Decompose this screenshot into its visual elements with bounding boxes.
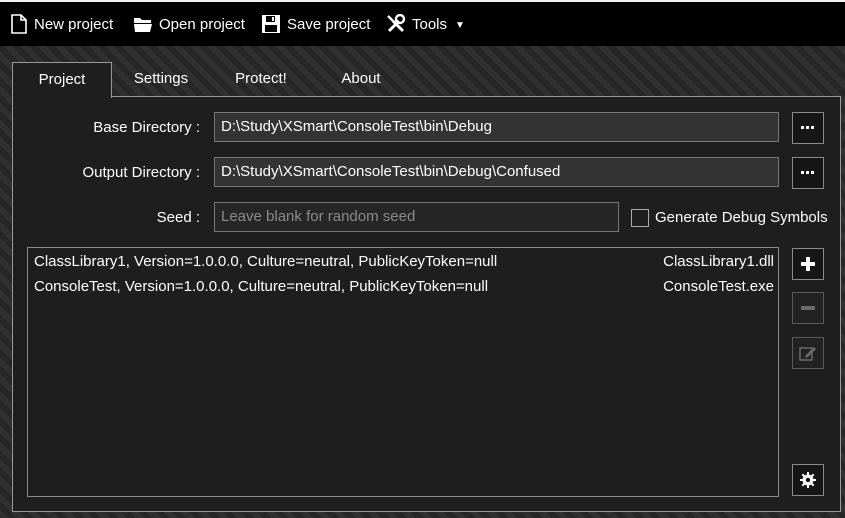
- open-project-label: Open project: [159, 15, 245, 33]
- tab-about[interactable]: About: [312, 62, 410, 96]
- base-directory-browse-button[interactable]: [792, 112, 824, 144]
- save-project-label: Save project: [287, 15, 371, 33]
- tab-settings[interactable]: Settings: [112, 62, 210, 96]
- plus-icon: [801, 257, 815, 271]
- edit-icon: [799, 347, 816, 361]
- toolbar: New project Open project Save project To…: [0, 2, 845, 46]
- output-directory-browse-button[interactable]: [792, 157, 824, 189]
- modules-list[interactable]: ClassLibrary1, Version=1.0.0.0, Culture=…: [27, 247, 779, 497]
- output-directory-field[interactable]: D:\Study\XSmart\ConsoleTest\bin\Debug\Co…: [214, 157, 779, 187]
- new-project-button[interactable]: New project: [10, 10, 113, 38]
- dropdown-caret-icon: ▼: [455, 20, 465, 31]
- tab-protect[interactable]: Protect!: [212, 62, 310, 96]
- new-project-label: New project: [34, 15, 114, 33]
- debug-symbols-checkbox[interactable]: [631, 209, 649, 227]
- seed-label: Seed :: [156, 209, 200, 226]
- base-directory-label: Base Directory :: [93, 119, 200, 136]
- save-project-button[interactable]: Save project: [261, 10, 370, 38]
- edit-module-button[interactable]: [792, 337, 824, 369]
- new-file-icon: [10, 14, 28, 34]
- ellipsis-icon: [801, 126, 814, 129]
- tab-project[interactable]: Project: [12, 62, 112, 98]
- remove-module-button[interactable]: [792, 292, 824, 324]
- open-project-button[interactable]: Open project: [133, 10, 245, 38]
- debug-symbols-label: Generate Debug Symbols: [655, 209, 828, 226]
- ellipsis-icon: [801, 171, 814, 174]
- module-settings-button[interactable]: [792, 464, 824, 496]
- gear-icon: [800, 472, 816, 488]
- list-item[interactable]: ClassLibrary1, Version=1.0.0.0, Culture=…: [34, 250, 774, 274]
- module-name: ClassLibrary1, Version=1.0.0.0, Culture=…: [34, 253, 498, 270]
- base-directory-field[interactable]: D:\Study\XSmart\ConsoleTest\bin\Debug: [214, 112, 779, 142]
- folder-open-icon: [133, 15, 153, 33]
- minus-icon: [801, 306, 815, 310]
- list-item[interactable]: ConsoleTest, Version=1.0.0.0, Culture=ne…: [34, 275, 774, 299]
- tools-wrench-icon: [386, 14, 406, 34]
- seed-input[interactable]: Leave blank for random seed: [214, 202, 619, 232]
- output-directory-label: Output Directory :: [82, 164, 200, 181]
- module-file: ConsoleTest.exe: [663, 278, 774, 295]
- module-file: ClassLibrary1.dll: [663, 253, 774, 270]
- tools-menu-button[interactable]: Tools ▼: [386, 10, 465, 38]
- tools-label: Tools: [412, 15, 448, 33]
- add-module-button[interactable]: [792, 248, 824, 280]
- save-disk-icon: [261, 14, 281, 34]
- module-name: ConsoleTest, Version=1.0.0.0, Culture=ne…: [34, 278, 489, 295]
